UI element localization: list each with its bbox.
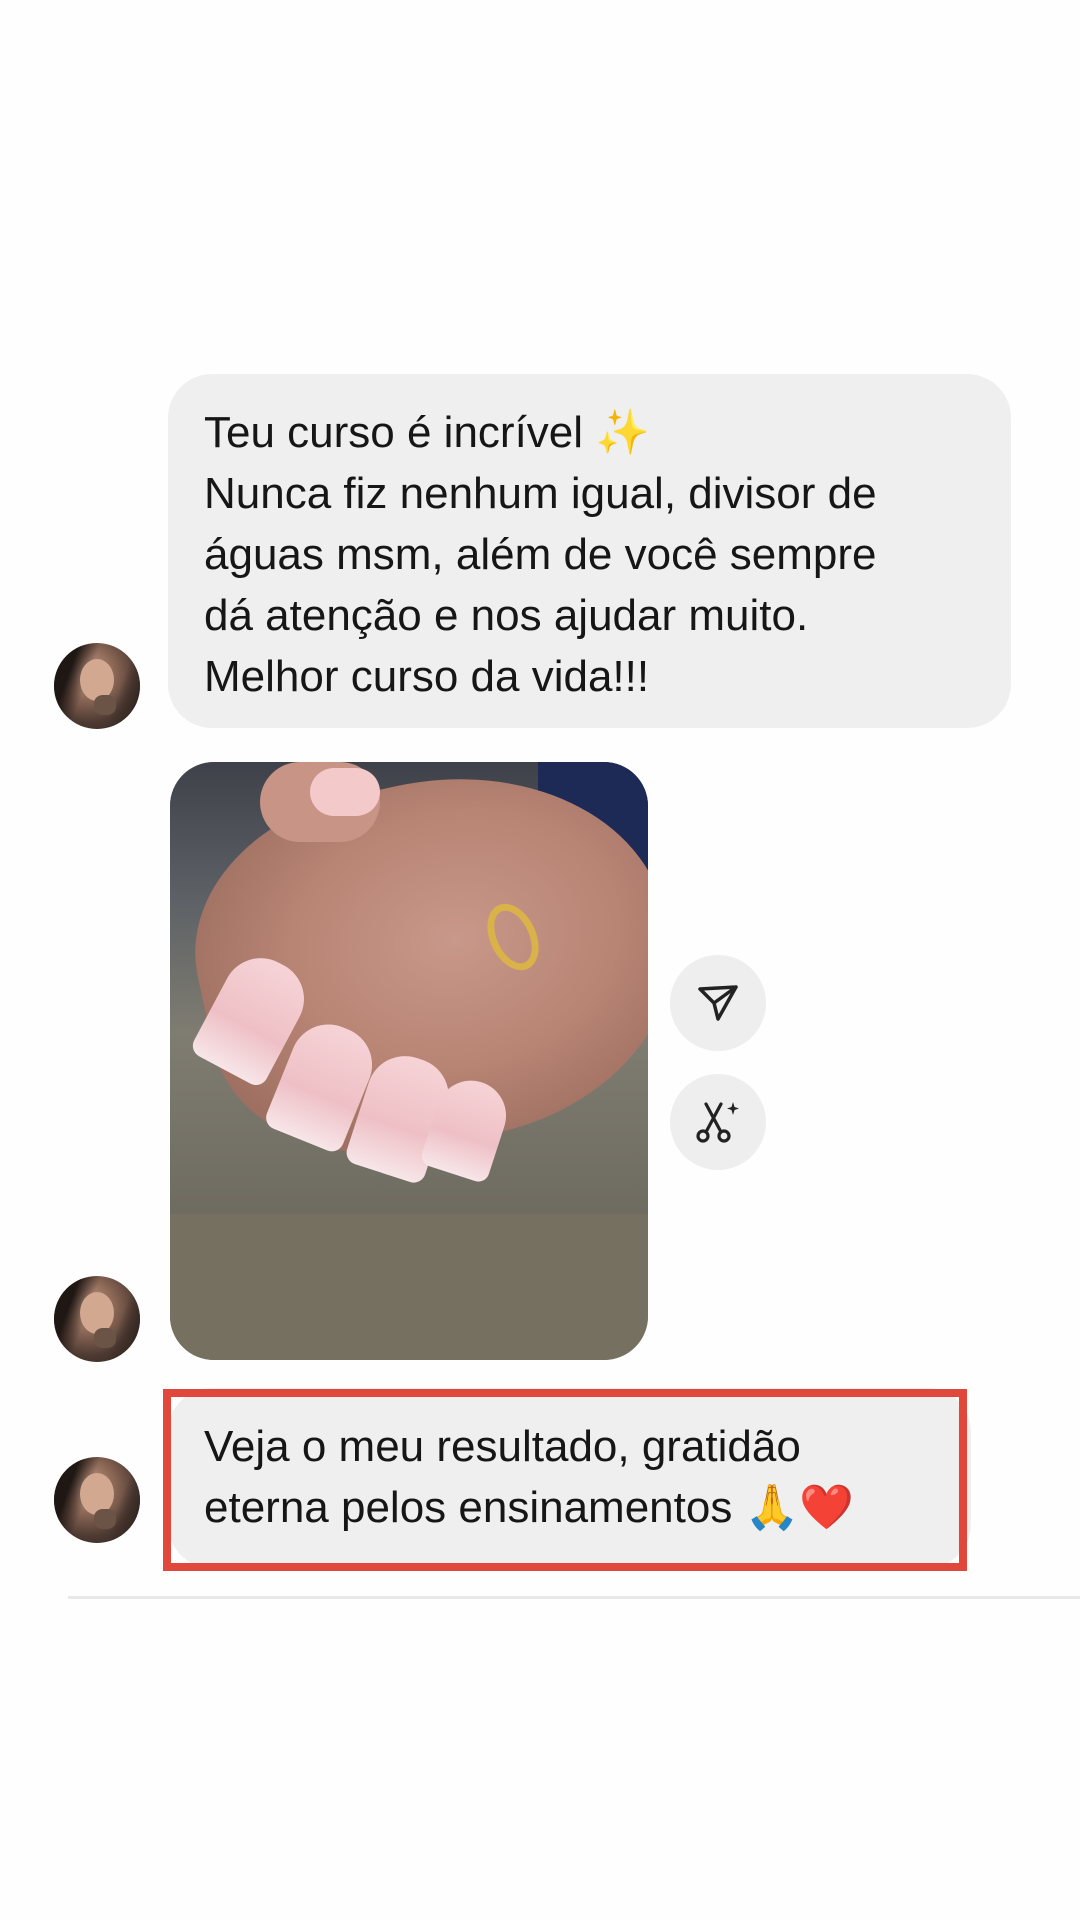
message-line: Melhor curso da vida!!! bbox=[204, 652, 650, 701]
nail-shape bbox=[310, 768, 380, 816]
message-line: dá atenção e nos ajudar muito. bbox=[204, 591, 809, 640]
send-icon bbox=[698, 985, 738, 1021]
sender-avatar[interactable] bbox=[54, 1457, 140, 1543]
message-line: águas msm, além de você sempre bbox=[204, 530, 877, 579]
ai-edit-button[interactable] bbox=[670, 1074, 766, 1170]
shared-photo[interactable] bbox=[170, 762, 648, 1360]
divider bbox=[68, 1596, 1080, 1599]
message-line: Veja o meu resultado, gratidão bbox=[204, 1422, 801, 1471]
scissors-sparkle-icon bbox=[696, 1102, 739, 1143]
photo-bottom-band bbox=[170, 1214, 648, 1360]
share-button[interactable] bbox=[670, 955, 766, 1051]
message-line: Teu curso é incrível ✨ bbox=[204, 408, 651, 457]
sender-avatar[interactable] bbox=[54, 643, 140, 729]
message-line: Nunca fiz nenhum igual, divisor de bbox=[204, 469, 877, 518]
message-bubble[interactable]: Veja o meu resultado, gratidão eterna pe… bbox=[168, 1388, 971, 1568]
sender-avatar[interactable] bbox=[54, 1276, 140, 1362]
message-line: eterna pelos ensinamentos 🙏❤️ bbox=[204, 1483, 855, 1532]
message-bubble[interactable]: Teu curso é incrível ✨ Nunca fiz nenhum … bbox=[168, 374, 1011, 728]
chat-thread: Teu curso é incrível ✨ Nunca fiz nenhum … bbox=[0, 0, 1080, 1920]
